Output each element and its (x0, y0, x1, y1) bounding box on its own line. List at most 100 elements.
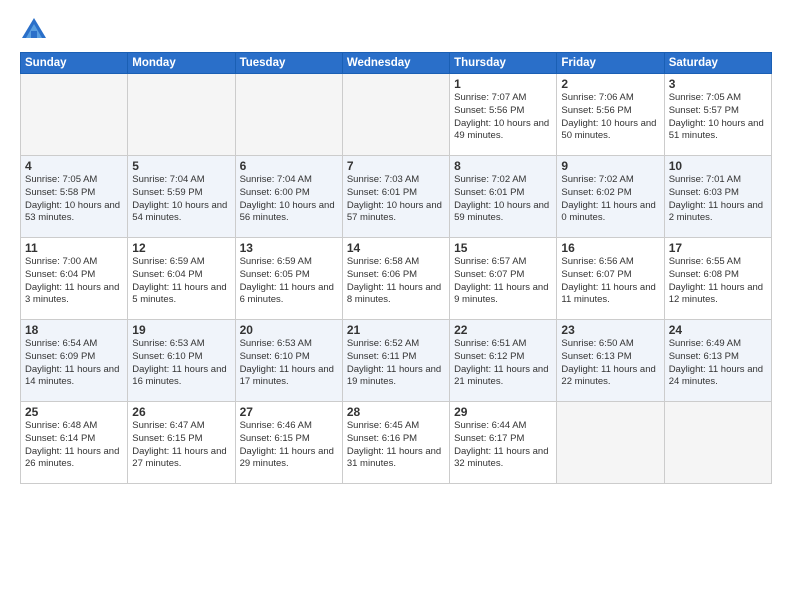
day-number: 21 (347, 323, 445, 337)
day-detail: Sunrise: 7:02 AM Sunset: 6:02 PM Dayligh… (561, 174, 659, 225)
day-detail: Sunrise: 6:49 AM Sunset: 6:13 PM Dayligh… (669, 338, 767, 389)
day-detail: Sunrise: 6:51 AM Sunset: 6:12 PM Dayligh… (454, 338, 552, 389)
calendar-cell: 26Sunrise: 6:47 AM Sunset: 6:15 PM Dayli… (128, 402, 235, 484)
calendar-cell: 8Sunrise: 7:02 AM Sunset: 6:01 PM Daylig… (450, 156, 557, 238)
day-detail: Sunrise: 6:46 AM Sunset: 6:15 PM Dayligh… (240, 420, 338, 471)
day-number: 6 (240, 159, 338, 173)
day-detail: Sunrise: 7:06 AM Sunset: 5:56 PM Dayligh… (561, 92, 659, 143)
day-detail: Sunrise: 6:53 AM Sunset: 6:10 PM Dayligh… (240, 338, 338, 389)
calendar-cell: 15Sunrise: 6:57 AM Sunset: 6:07 PM Dayli… (450, 238, 557, 320)
calendar-cell: 1Sunrise: 7:07 AM Sunset: 5:56 PM Daylig… (450, 74, 557, 156)
weekday-header-tuesday: Tuesday (235, 53, 342, 74)
calendar-cell: 27Sunrise: 6:46 AM Sunset: 6:15 PM Dayli… (235, 402, 342, 484)
day-detail: Sunrise: 7:00 AM Sunset: 6:04 PM Dayligh… (25, 256, 123, 307)
day-detail: Sunrise: 6:47 AM Sunset: 6:15 PM Dayligh… (132, 420, 230, 471)
calendar-cell: 18Sunrise: 6:54 AM Sunset: 6:09 PM Dayli… (21, 320, 128, 402)
calendar-cell: 6Sunrise: 7:04 AM Sunset: 6:00 PM Daylig… (235, 156, 342, 238)
weekday-header-wednesday: Wednesday (342, 53, 449, 74)
day-detail: Sunrise: 6:54 AM Sunset: 6:09 PM Dayligh… (25, 338, 123, 389)
calendar-cell (235, 74, 342, 156)
calendar-cell: 14Sunrise: 6:58 AM Sunset: 6:06 PM Dayli… (342, 238, 449, 320)
calendar-cell: 5Sunrise: 7:04 AM Sunset: 5:59 PM Daylig… (128, 156, 235, 238)
calendar-table: SundayMondayTuesdayWednesdayThursdayFrid… (20, 52, 772, 484)
week-row-1: 1Sunrise: 7:07 AM Sunset: 5:56 PM Daylig… (21, 74, 772, 156)
calendar-cell (557, 402, 664, 484)
day-detail: Sunrise: 7:01 AM Sunset: 6:03 PM Dayligh… (669, 174, 767, 225)
calendar-cell: 13Sunrise: 6:59 AM Sunset: 6:05 PM Dayli… (235, 238, 342, 320)
day-number: 10 (669, 159, 767, 173)
day-detail: Sunrise: 6:45 AM Sunset: 6:16 PM Dayligh… (347, 420, 445, 471)
day-number: 22 (454, 323, 552, 337)
day-number: 20 (240, 323, 338, 337)
weekday-header-sunday: Sunday (21, 53, 128, 74)
day-number: 5 (132, 159, 230, 173)
day-detail: Sunrise: 6:53 AM Sunset: 6:10 PM Dayligh… (132, 338, 230, 389)
calendar-cell: 11Sunrise: 7:00 AM Sunset: 6:04 PM Dayli… (21, 238, 128, 320)
week-row-4: 18Sunrise: 6:54 AM Sunset: 6:09 PM Dayli… (21, 320, 772, 402)
logo (20, 16, 52, 44)
calendar-cell (342, 74, 449, 156)
weekday-header-saturday: Saturday (664, 53, 771, 74)
calendar-cell: 21Sunrise: 6:52 AM Sunset: 6:11 PM Dayli… (342, 320, 449, 402)
day-detail: Sunrise: 6:55 AM Sunset: 6:08 PM Dayligh… (669, 256, 767, 307)
day-number: 24 (669, 323, 767, 337)
day-number: 25 (25, 405, 123, 419)
calendar-cell: 20Sunrise: 6:53 AM Sunset: 6:10 PM Dayli… (235, 320, 342, 402)
day-number: 17 (669, 241, 767, 255)
day-detail: Sunrise: 7:05 AM Sunset: 5:58 PM Dayligh… (25, 174, 123, 225)
week-row-3: 11Sunrise: 7:00 AM Sunset: 6:04 PM Dayli… (21, 238, 772, 320)
weekday-header-thursday: Thursday (450, 53, 557, 74)
day-number: 29 (454, 405, 552, 419)
calendar-cell: 10Sunrise: 7:01 AM Sunset: 6:03 PM Dayli… (664, 156, 771, 238)
calendar-cell (21, 74, 128, 156)
day-detail: Sunrise: 7:05 AM Sunset: 5:57 PM Dayligh… (669, 92, 767, 143)
weekday-header-friday: Friday (557, 53, 664, 74)
calendar-cell: 17Sunrise: 6:55 AM Sunset: 6:08 PM Dayli… (664, 238, 771, 320)
day-detail: Sunrise: 7:02 AM Sunset: 6:01 PM Dayligh… (454, 174, 552, 225)
calendar-cell: 22Sunrise: 6:51 AM Sunset: 6:12 PM Dayli… (450, 320, 557, 402)
day-number: 26 (132, 405, 230, 419)
day-number: 12 (132, 241, 230, 255)
day-number: 9 (561, 159, 659, 173)
calendar-cell: 3Sunrise: 7:05 AM Sunset: 5:57 PM Daylig… (664, 74, 771, 156)
day-number: 7 (347, 159, 445, 173)
day-detail: Sunrise: 6:50 AM Sunset: 6:13 PM Dayligh… (561, 338, 659, 389)
day-detail: Sunrise: 7:03 AM Sunset: 6:01 PM Dayligh… (347, 174, 445, 225)
calendar-cell: 25Sunrise: 6:48 AM Sunset: 6:14 PM Dayli… (21, 402, 128, 484)
day-number: 2 (561, 77, 659, 91)
calendar-cell: 12Sunrise: 6:59 AM Sunset: 6:04 PM Dayli… (128, 238, 235, 320)
calendar-cell: 24Sunrise: 6:49 AM Sunset: 6:13 PM Dayli… (664, 320, 771, 402)
logo-icon (20, 16, 48, 44)
calendar-cell (128, 74, 235, 156)
header (20, 16, 772, 44)
week-row-2: 4Sunrise: 7:05 AM Sunset: 5:58 PM Daylig… (21, 156, 772, 238)
weekday-header-monday: Monday (128, 53, 235, 74)
week-row-5: 25Sunrise: 6:48 AM Sunset: 6:14 PM Dayli… (21, 402, 772, 484)
calendar-cell: 2Sunrise: 7:06 AM Sunset: 5:56 PM Daylig… (557, 74, 664, 156)
calendar-cell: 16Sunrise: 6:56 AM Sunset: 6:07 PM Dayli… (557, 238, 664, 320)
day-number: 4 (25, 159, 123, 173)
weekday-header-row: SundayMondayTuesdayWednesdayThursdayFrid… (21, 53, 772, 74)
day-number: 28 (347, 405, 445, 419)
day-detail: Sunrise: 6:59 AM Sunset: 6:05 PM Dayligh… (240, 256, 338, 307)
day-number: 11 (25, 241, 123, 255)
day-number: 1 (454, 77, 552, 91)
day-detail: Sunrise: 6:52 AM Sunset: 6:11 PM Dayligh… (347, 338, 445, 389)
day-number: 15 (454, 241, 552, 255)
day-detail: Sunrise: 6:58 AM Sunset: 6:06 PM Dayligh… (347, 256, 445, 307)
day-number: 18 (25, 323, 123, 337)
calendar-cell (664, 402, 771, 484)
day-number: 14 (347, 241, 445, 255)
day-number: 16 (561, 241, 659, 255)
day-number: 27 (240, 405, 338, 419)
day-detail: Sunrise: 6:56 AM Sunset: 6:07 PM Dayligh… (561, 256, 659, 307)
day-number: 3 (669, 77, 767, 91)
day-detail: Sunrise: 7:04 AM Sunset: 6:00 PM Dayligh… (240, 174, 338, 225)
day-number: 23 (561, 323, 659, 337)
day-number: 19 (132, 323, 230, 337)
calendar-cell: 4Sunrise: 7:05 AM Sunset: 5:58 PM Daylig… (21, 156, 128, 238)
calendar-cell: 29Sunrise: 6:44 AM Sunset: 6:17 PM Dayli… (450, 402, 557, 484)
day-detail: Sunrise: 7:04 AM Sunset: 5:59 PM Dayligh… (132, 174, 230, 225)
calendar-cell: 7Sunrise: 7:03 AM Sunset: 6:01 PM Daylig… (342, 156, 449, 238)
day-detail: Sunrise: 6:48 AM Sunset: 6:14 PM Dayligh… (25, 420, 123, 471)
